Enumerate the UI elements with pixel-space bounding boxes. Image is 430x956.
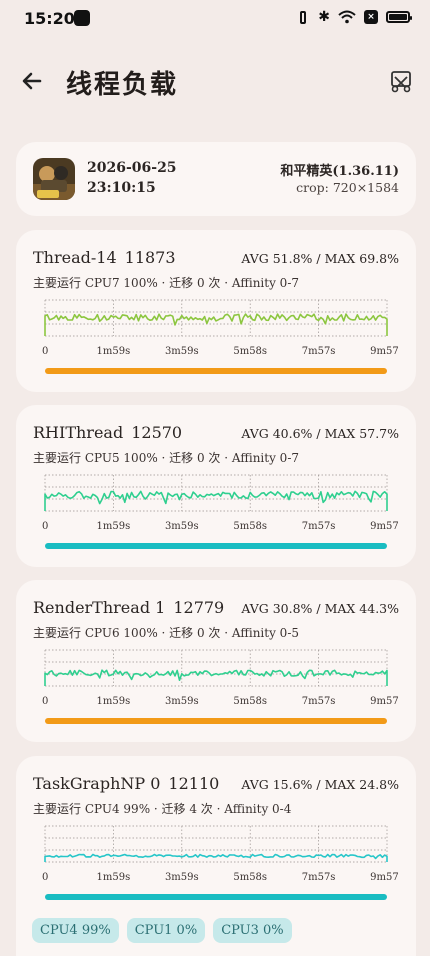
x-tick-label: 9m57s: [370, 872, 399, 883]
x-tick-label: 7m57s: [302, 872, 336, 883]
thread-subtitle: 主要运行 CPU4 99% · 迁移 4 次 · Affinity 0-4: [33, 802, 292, 816]
load-bar: [45, 718, 387, 724]
scissors-icon: [391, 71, 411, 93]
status-bar: 15:20 ✱ ×: [0, 0, 430, 38]
thread-stats: AVG 30.8% / MAX 44.3%: [241, 601, 399, 616]
sim-off-icon: ×: [364, 10, 378, 24]
thread-load-chart: 0 1m59s 3m59s 5m58s 7m57s 9m57s: [33, 471, 399, 543]
crop-info: crop: 720×1584: [296, 180, 399, 195]
line-chart-svg: 0 1m59s 3m59s 5m58s 7m57s 9m57s: [42, 474, 399, 532]
x-tick-label: 1m59s: [97, 872, 131, 883]
thread-name: TaskGraphNP 0: [33, 774, 161, 793]
x-tick-label: 5m58s: [233, 696, 267, 707]
session-time: 23:10:15: [87, 180, 156, 196]
x-tick-label: 7m57s: [302, 346, 336, 357]
x-tick-label: 7m57s: [302, 521, 336, 532]
thread-subtitle: 主要运行 CPU5 100% · 迁移 0 次 · Affinity 0-7: [33, 451, 300, 465]
x-tick-label: 0: [42, 696, 48, 707]
cpu-chips: CPU4 99% CPU1 0% CPU3 0%: [32, 918, 292, 943]
thread-load-chart: 0 1m59s 3m59s 5m58s 7m57s 9m57s: [33, 296, 399, 368]
status-icons: ✱ ×: [296, 9, 412, 25]
thread-name: RenderThread 1: [33, 598, 166, 617]
thread-card[interactable]: Thread-14 11873 AVG 51.8% / MAX 69.8% 主要运…: [16, 230, 416, 392]
thread-subtitle: 主要运行 CPU7 100% · 迁移 0 次 · Affinity 0-7: [33, 276, 300, 290]
wifi-icon: [338, 10, 356, 24]
cpu-chip[interactable]: CPU3 0%: [213, 918, 292, 943]
tiktok-icon: [74, 10, 90, 26]
thread-subtitle: 主要运行 CPU6 100% · 迁移 0 次 · Affinity 0-5: [33, 626, 300, 640]
load-series-line: [44, 490, 388, 511]
x-tick-label: 1m59s: [97, 696, 131, 707]
x-tick-label: 0: [42, 872, 48, 883]
thread-stats: AVG 15.6% / MAX 24.8%: [241, 777, 399, 792]
arrow-left-icon: [22, 72, 42, 90]
x-tick-label: 5m58s: [233, 872, 267, 883]
load-bar: [45, 543, 387, 549]
x-tick-label: 3m59s: [165, 872, 199, 883]
vibrate-icon: [296, 10, 310, 24]
status-time: 15:20: [24, 9, 75, 28]
x-tick-label: 7m57s: [302, 696, 336, 707]
thread-tid: 11873: [124, 248, 176, 267]
thread-tid: 12110: [168, 774, 220, 793]
thread-tid: 12570: [131, 423, 183, 442]
x-tick-label: 1m59s: [97, 521, 131, 532]
thread-stats: AVG 51.8% / MAX 69.8%: [241, 251, 399, 266]
x-tick-label: 1m59s: [97, 346, 131, 357]
load-bar: [45, 368, 387, 374]
battery-icon: [386, 11, 412, 23]
x-tick-label: 5m58s: [233, 346, 267, 357]
bluetooth-icon: ✱: [318, 9, 330, 25]
x-tick-label: 9m57s: [370, 521, 399, 532]
load-series-line: [44, 313, 388, 336]
back-button[interactable]: [16, 65, 48, 97]
cpu-chip[interactable]: CPU1 0%: [126, 918, 206, 943]
thread-name: Thread-14: [33, 248, 117, 267]
session-date: 2026-06-25: [87, 160, 177, 176]
thread-card[interactable]: RenderThread 1 12779 AVG 30.8% / MAX 44.3…: [16, 580, 416, 742]
page-title: 线程负载: [66, 70, 179, 100]
line-chart-svg: 0 1m59s 3m59s 5m58s 7m57s 9m57s: [42, 299, 399, 357]
x-tick-label: 0: [42, 521, 48, 532]
x-tick-label: 9m57s: [370, 346, 399, 357]
thread-name: RHIThread: [33, 423, 124, 442]
line-chart-svg: 0 1m59s 3m59s 5m58s 7m57s 9m57s: [42, 825, 399, 883]
x-tick-label: 9m57s: [370, 696, 399, 707]
x-tick-label: 3m59s: [165, 346, 199, 357]
thread-load-chart: 0 1m59s 3m59s 5m58s 7m57s 9m57s: [33, 646, 399, 718]
app-bar: 线程负载: [0, 48, 430, 118]
line-chart-svg: 0 1m59s 3m59s 5m58s 7m57s 9m57s: [42, 649, 399, 707]
thread-load-chart: 0 1m59s 3m59s 5m58s 7m57s 9m57s: [33, 822, 399, 894]
thread-stats: AVG 40.6% / MAX 57.7%: [241, 426, 399, 441]
x-tick-label: 0: [42, 346, 48, 357]
load-series-line: [44, 669, 388, 686]
game-name: 和平精英(1.36.11): [280, 164, 399, 179]
thread-tid: 12779: [173, 598, 225, 617]
thread-card[interactable]: RHIThread 12570 AVG 40.6% / MAX 57.7% 主要运…: [16, 405, 416, 567]
crop-tool-button[interactable]: [386, 66, 416, 96]
session-card: 2026-06-25 23:10:15 和平精英(1.36.11) crop: …: [16, 142, 416, 216]
load-series-line: [44, 853, 388, 862]
game-icon: [33, 158, 75, 200]
x-tick-label: 3m59s: [165, 696, 199, 707]
cpu-chip[interactable]: CPU4 99%: [32, 918, 119, 943]
x-tick-label: 5m58s: [233, 521, 267, 532]
x-tick-label: 3m59s: [165, 521, 199, 532]
load-bar: [45, 894, 387, 900]
